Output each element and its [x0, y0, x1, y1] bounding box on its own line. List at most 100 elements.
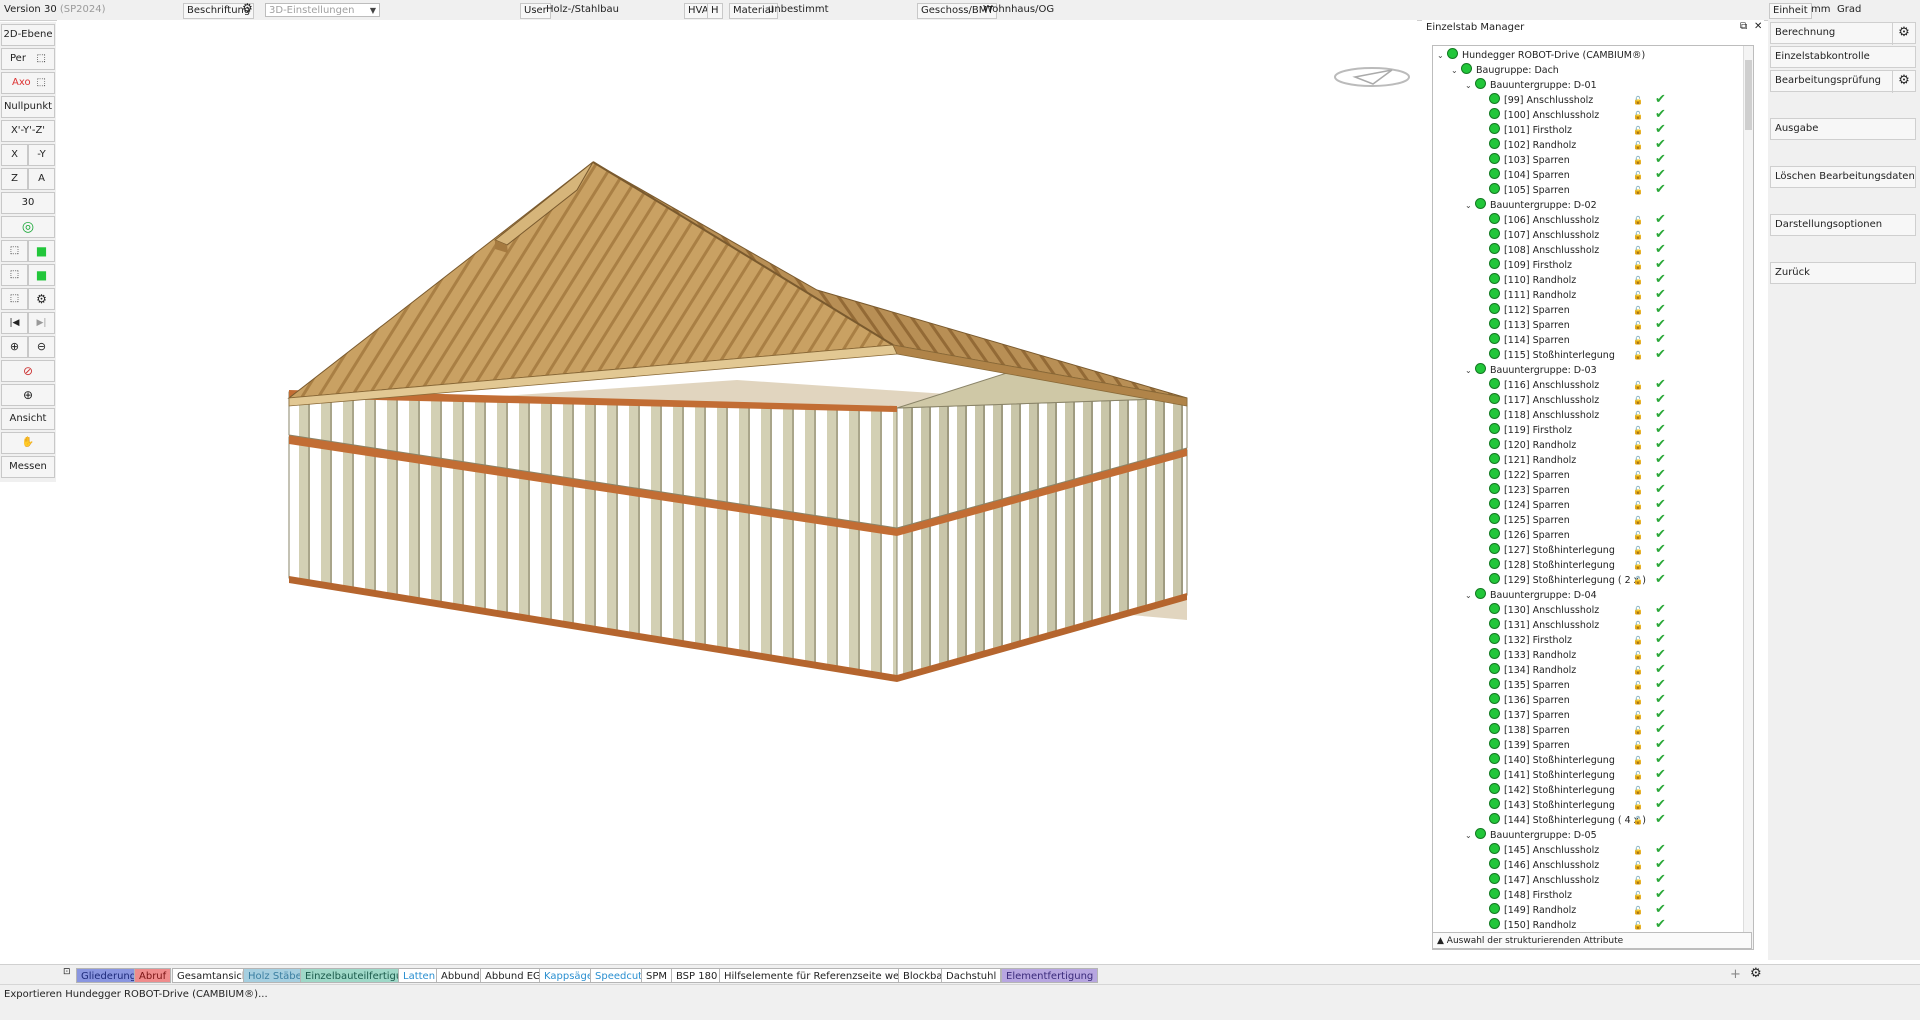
tree-item[interactable]: [100] Anschlussholz: [1479, 108, 1599, 123]
unlock-icon[interactable]: 🔓: [1633, 543, 1643, 558]
tree-item[interactable]: [144] Stoßhinterlegung ( 4 x ): [1479, 813, 1646, 828]
unlock-icon[interactable]: 🔓: [1633, 843, 1643, 858]
zoom-in-icon[interactable]: ⊕: [1, 336, 28, 358]
settings-gear-icon[interactable]: ⚙: [28, 288, 55, 310]
zoom-window-icon[interactable]: ⊘: [1, 360, 55, 382]
tree-item[interactable]: [111] Randholz: [1479, 288, 1576, 303]
tree-item[interactable]: [105] Sparren: [1479, 183, 1570, 198]
tab-5[interactable]: Latten: [398, 968, 441, 983]
tree-item[interactable]: [110] Randholz: [1479, 273, 1576, 288]
tree-item[interactable]: [130] Anschlussholz: [1479, 603, 1599, 618]
display-options-button[interactable]: Darstellungsoptionen: [1770, 214, 1916, 236]
unlock-icon[interactable]: 🔓: [1633, 258, 1643, 273]
unlock-icon[interactable]: 🔓: [1633, 513, 1643, 528]
unlock-icon[interactable]: 🔓: [1633, 903, 1643, 918]
unlock-icon[interactable]: 🔓: [1633, 633, 1643, 648]
back-button[interactable]: Zurück: [1770, 262, 1916, 284]
unlock-icon[interactable]: 🔓: [1633, 393, 1643, 408]
unlock-icon[interactable]: 🔓: [1633, 318, 1643, 333]
unlock-icon[interactable]: 🔓: [1633, 663, 1643, 678]
unlock-icon[interactable]: 🔓: [1633, 723, 1643, 738]
tree-item[interactable]: [117] Anschlussholz: [1479, 393, 1599, 408]
unlock-icon[interactable]: 🔓: [1633, 678, 1643, 693]
unit-grad[interactable]: Grad: [1837, 3, 1861, 17]
unlock-icon[interactable]: 🔓: [1633, 408, 1643, 423]
tab-0[interactable]: Gliederung: [76, 968, 142, 983]
expand-chevron-icon[interactable]: ⌄: [1465, 588, 1475, 603]
tree-item[interactable]: [132] Firstholz: [1479, 633, 1572, 648]
tree-view[interactable]: ⌄ Hundegger ROBOT-Drive (CAMBIUM®) ⌄ Baugru…: [1432, 45, 1754, 950]
einheit-button[interactable]: Einheit: [1769, 3, 1812, 19]
tree-item[interactable]: [136] Sparren: [1479, 693, 1570, 708]
tree-item[interactable]: [115] Stoßhinterlegung: [1479, 348, 1615, 363]
tab-1[interactable]: Abruf: [134, 968, 172, 983]
3d-viewport[interactable]: [57, 20, 1417, 960]
zoom-out-icon[interactable]: ⊖: [28, 336, 55, 358]
unlock-icon[interactable]: 🔓: [1633, 603, 1643, 618]
unlock-icon[interactable]: 🔓: [1633, 528, 1643, 543]
tree-item[interactable]: [127] Stoßhinterlegung: [1479, 543, 1615, 558]
tree-item[interactable]: [119] Firstholz: [1479, 423, 1572, 438]
tree-item[interactable]: [112] Sparren: [1479, 303, 1570, 318]
3d-settings-select[interactable]: 3D-Einstellungen ▼: [265, 3, 380, 17]
unlock-icon[interactable]: 🔓: [1633, 618, 1643, 633]
tree-group[interactable]: ⌄ Bauuntergruppe: D-02: [1465, 198, 1597, 213]
messen-button[interactable]: Messen: [1, 456, 55, 478]
tree-baugruppe[interactable]: ⌄ Baugruppe: Dach: [1451, 63, 1559, 78]
ausgabe-button[interactable]: Ausgabe: [1770, 118, 1916, 140]
tree-item[interactable]: [106] Anschlussholz: [1479, 213, 1599, 228]
tree-item[interactable]: [99] Anschlussholz: [1479, 93, 1593, 108]
unlock-icon[interactable]: 🔓: [1633, 783, 1643, 798]
tree-item[interactable]: [101] Firstholz: [1479, 123, 1572, 138]
tree-item[interactable]: [150] Randholz: [1479, 918, 1576, 933]
tree-item[interactable]: [148] Firstholz: [1479, 888, 1572, 903]
unlock-icon[interactable]: 🔓: [1633, 858, 1643, 873]
expand-chevron-icon[interactable]: ⌄: [1465, 363, 1475, 378]
gear-icon[interactable]: ⚙: [1892, 23, 1915, 45]
hand-pan-icon[interactable]: ✋: [1, 432, 55, 454]
tree-item[interactable]: [104] Sparren: [1479, 168, 1570, 183]
axo-button[interactable]: Axo ⬚: [1, 72, 55, 94]
tree-item[interactable]: [118] Anschlussholz: [1479, 408, 1599, 423]
unlock-icon[interactable]: 🔓: [1633, 888, 1643, 903]
angle-30-button[interactable]: 30: [1, 192, 55, 214]
wireframe-cube-icon[interactable]: ⬚: [1, 240, 28, 262]
previous-icon[interactable]: |◀: [1, 312, 28, 334]
expand-chevron-icon[interactable]: ⌄: [1465, 828, 1475, 843]
unlock-icon[interactable]: 🔓: [1633, 153, 1643, 168]
2d-plane-button[interactable]: 2D-Ebene: [1, 24, 55, 46]
unlock-icon[interactable]: 🔓: [1633, 123, 1643, 138]
delete-processing-data-button[interactable]: Löschen Bearbeitungsdaten: [1770, 166, 1916, 188]
unlock-icon[interactable]: 🔓: [1633, 483, 1643, 498]
solid-cube-icon[interactable]: ■: [28, 240, 55, 262]
neg-y-button[interactable]: -Y: [28, 144, 55, 166]
unlock-icon[interactable]: 🔓: [1633, 468, 1643, 483]
tree-item[interactable]: [146] Anschlussholz: [1479, 858, 1599, 873]
tree-item[interactable]: [141] Stoßhinterlegung: [1479, 768, 1615, 783]
tree-item[interactable]: [108] Anschlussholz: [1479, 243, 1599, 258]
pin-icon[interactable]: ⊡: [63, 967, 71, 977]
bearbeitungspruefung-button[interactable]: Bearbeitungsprüfung ⚙: [1770, 70, 1916, 93]
tab-15[interactable]: Elementfertigung: [1001, 968, 1099, 983]
unlock-icon[interactable]: 🔓: [1633, 558, 1643, 573]
tree-item[interactable]: [124] Sparren: [1479, 498, 1570, 513]
next-icon[interactable]: ▶|: [28, 312, 55, 334]
unlock-icon[interactable]: 🔓: [1633, 228, 1643, 243]
tree-item[interactable]: [113] Sparren: [1479, 318, 1570, 333]
tab-10[interactable]: SPM: [641, 968, 673, 983]
tree-item[interactable]: [149] Randholz: [1479, 903, 1576, 918]
orbit-icon[interactable]: ◎: [1, 216, 55, 238]
gear-icon[interactable]: ⚙: [242, 1, 253, 15]
tab-6[interactable]: Abbund: [436, 968, 485, 983]
tree-item[interactable]: [128] Stoßhinterlegung: [1479, 558, 1615, 573]
a-button[interactable]: A: [28, 168, 55, 190]
unlock-icon[interactable]: 🔓: [1633, 93, 1643, 108]
berechnung-button[interactable]: Berechnung ⚙: [1770, 22, 1916, 45]
nullpunkt-button[interactable]: Nullpunkt: [1, 96, 55, 118]
unlock-icon[interactable]: 🔓: [1633, 918, 1643, 933]
unlock-icon[interactable]: 🔓: [1633, 213, 1643, 228]
tree-item[interactable]: [140] Stoßhinterlegung: [1479, 753, 1615, 768]
unlock-icon[interactable]: 🔓: [1633, 573, 1643, 588]
expand-chevron-icon[interactable]: ⌄: [1451, 63, 1461, 78]
tab-9[interactable]: Speedcut: [590, 968, 648, 983]
